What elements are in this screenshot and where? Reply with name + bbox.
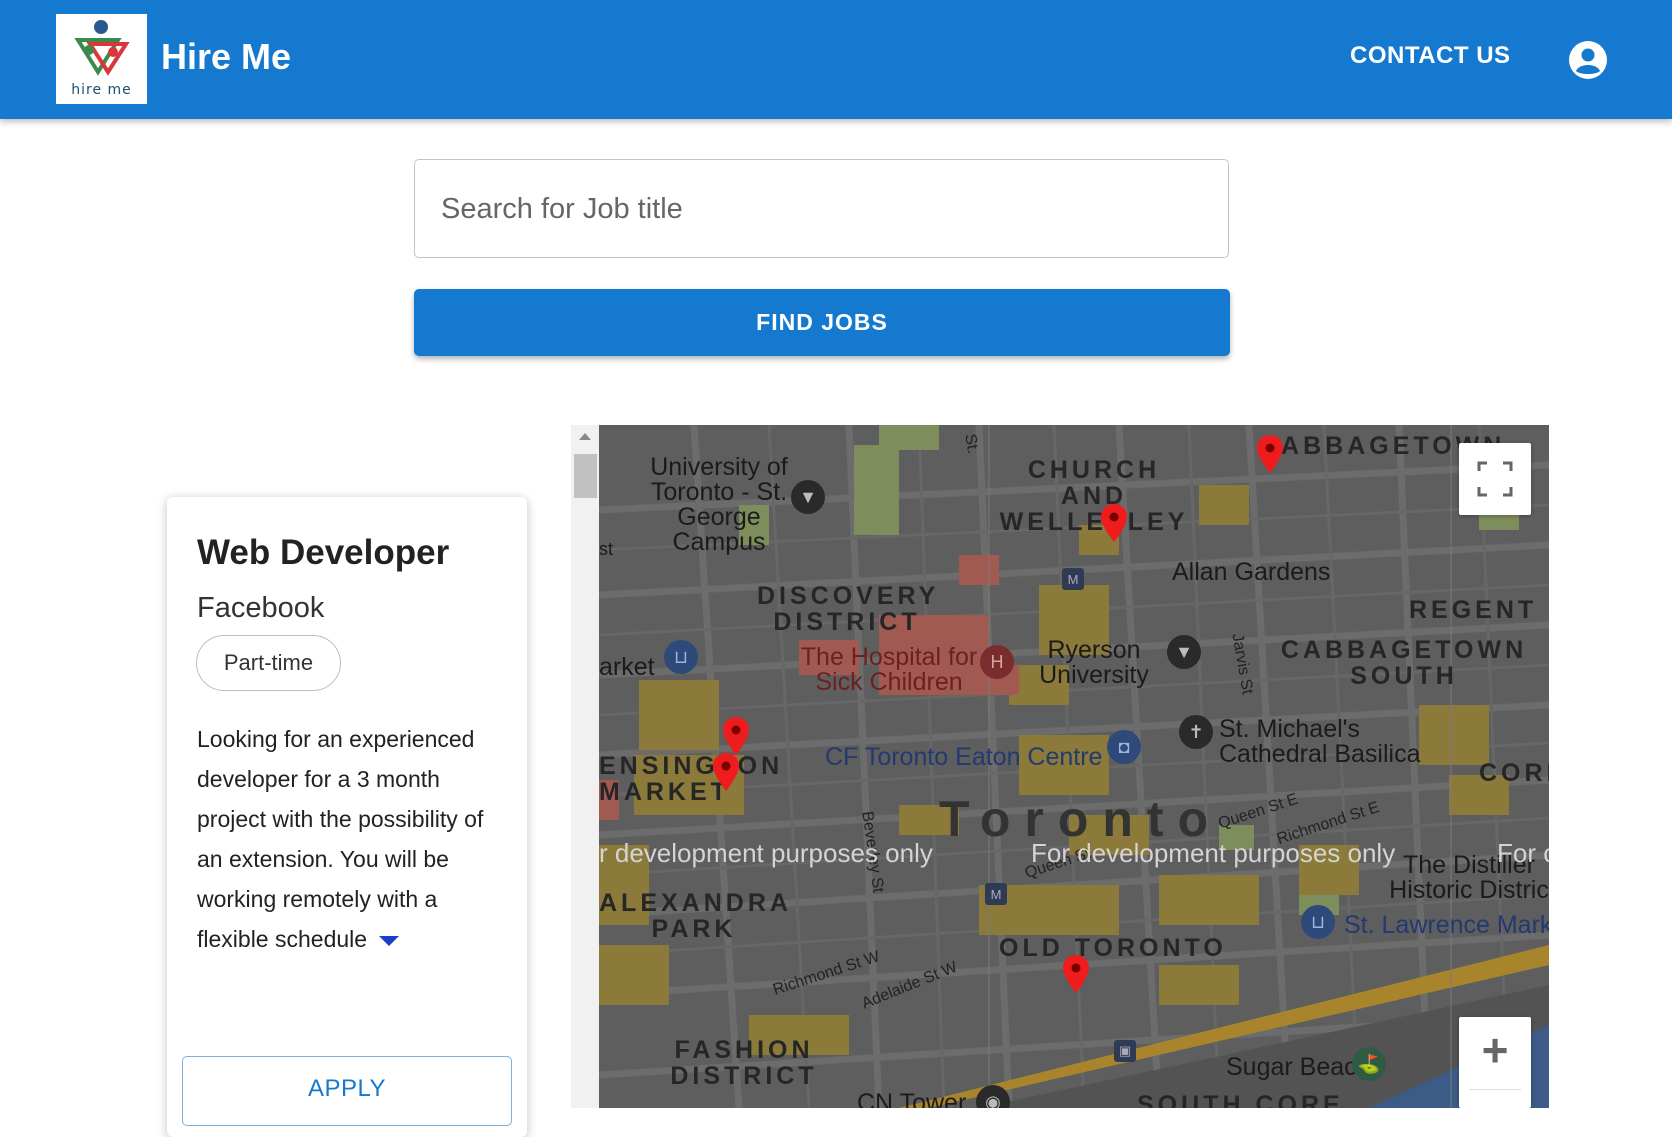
shopping-cart-icon[interactable]: ⊔ <box>1301 905 1335 939</box>
job-description: Looking for an experienced developer for… <box>197 719 507 959</box>
shopping-cart-icon[interactable]: ⊔ <box>664 640 698 674</box>
dev-watermark-center: For development purposes only <box>1031 838 1396 868</box>
train-icon: ▣ <box>1114 1040 1136 1062</box>
search-input[interactable] <box>439 160 1203 259</box>
map-marker-icon[interactable] <box>1063 955 1089 993</box>
scroll-up-arrow-icon[interactable] <box>579 433 591 440</box>
logo[interactable]: hire me <box>56 14 147 104</box>
map-label-fashion-district: FASHION DISTRICT <box>670 1036 818 1090</box>
fullscreen-icon <box>1477 461 1513 497</box>
map-label-uoft: University of Toronto - St. George Campu… <box>650 453 788 556</box>
map-marker-icon[interactable] <box>713 753 739 791</box>
logo-text: hire me <box>71 82 132 98</box>
school-icon[interactable]: ▼ <box>791 480 825 514</box>
scroll-thumb[interactable] <box>574 454 597 498</box>
find-jobs-button[interactable]: FIND JOBS <box>414 289 1230 356</box>
map-label-alexandra-park: ALEXANDRA PARK <box>599 889 792 943</box>
job-card: Web Developer Facebook Part-time Looking… <box>167 497 527 1137</box>
map-label-church-wellesley: CHURCH AND WELLESLEY <box>999 456 1189 536</box>
metro-icon: M <box>1062 568 1084 590</box>
search-field[interactable] <box>414 159 1229 259</box>
map-label-market: arket <box>599 653 655 681</box>
map-marker-icon[interactable] <box>1257 435 1283 473</box>
app-bar: hire me Hire Me CONTACT US <box>0 0 1672 119</box>
caret-down-icon[interactable] <box>379 935 400 946</box>
map-label-st-lawrence: St. Lawrence Mark <box>1344 911 1549 939</box>
map-marker-icon[interactable] <box>1101 504 1127 542</box>
map-label-discovery-district: DISCOVERY DISTRICT <box>757 582 940 636</box>
fullscreen-button[interactable] <box>1459 443 1531 515</box>
account-circle-icon[interactable] <box>1568 40 1608 80</box>
map-marker-icon[interactable] <box>723 717 749 755</box>
metro-icon: M <box>985 883 1007 905</box>
app-title: Hire Me <box>161 36 292 77</box>
map-label-cabbagetown-south: CABBAGETOWN SOUTH <box>1280 636 1528 690</box>
map-label-st: St. <box>961 432 982 456</box>
apply-button[interactable]: APPLY <box>182 1056 512 1126</box>
map-label-cork: CORK <box>1479 759 1549 787</box>
map-label-sugar-beach: Sugar Beach <box>1226 1053 1371 1081</box>
church-icon[interactable]: ✝ <box>1179 715 1213 749</box>
job-type-chip: Part-time <box>196 635 341 691</box>
job-description-text: Looking for an experienced developer for… <box>197 726 484 952</box>
zoom-in-label: + <box>1481 1024 1509 1076</box>
logo-icon <box>74 20 130 76</box>
park-icon[interactable]: ⛳ <box>1352 1047 1386 1081</box>
map-label-allan-gardens: Allan Gardens <box>1172 558 1331 586</box>
school-icon[interactable]: ▼ <box>1167 635 1201 669</box>
map-label-regent: REGENT <box>1409 596 1538 624</box>
zoom-in-button[interactable]: + <box>1459 1017 1531 1108</box>
map-label-st-michaels: St. Michael's Cathedral Basilica <box>1219 715 1421 768</box>
map-label-south-core: SOUTH CORE <box>1137 1091 1344 1108</box>
map-label-cn-tower: CN Tower <box>857 1089 967 1109</box>
map-label-ryerson: Ryerson University <box>1039 636 1149 689</box>
shopping-bag-icon[interactable]: ◘ <box>1107 730 1141 764</box>
company-name: Facebook <box>197 592 325 624</box>
map-label-hospital: The Hospital for Sick Children <box>800 643 978 696</box>
zoom-divider <box>1469 1089 1521 1090</box>
map-label-old-toronto: OLD TORONTO <box>999 934 1227 962</box>
map-label-kensington: ENSINGTON MARKET <box>599 752 784 806</box>
scrollbar[interactable] <box>571 425 599 1108</box>
contact-us-button[interactable]: CONTACT US <box>1350 42 1511 70</box>
job-title: Web Developer <box>197 533 450 572</box>
hospital-icon[interactable]: H <box>980 645 1014 679</box>
dev-watermark-left: r development purposes only <box>599 838 933 868</box>
dev-watermark-right: For c <box>1497 838 1549 868</box>
map-label-eaton-centre: CF Toronto Eaton Centre <box>825 743 1103 771</box>
map[interactable]: University of Toronto - St. George Campu… <box>599 425 1549 1108</box>
map-label-st-left: st <box>599 539 614 559</box>
